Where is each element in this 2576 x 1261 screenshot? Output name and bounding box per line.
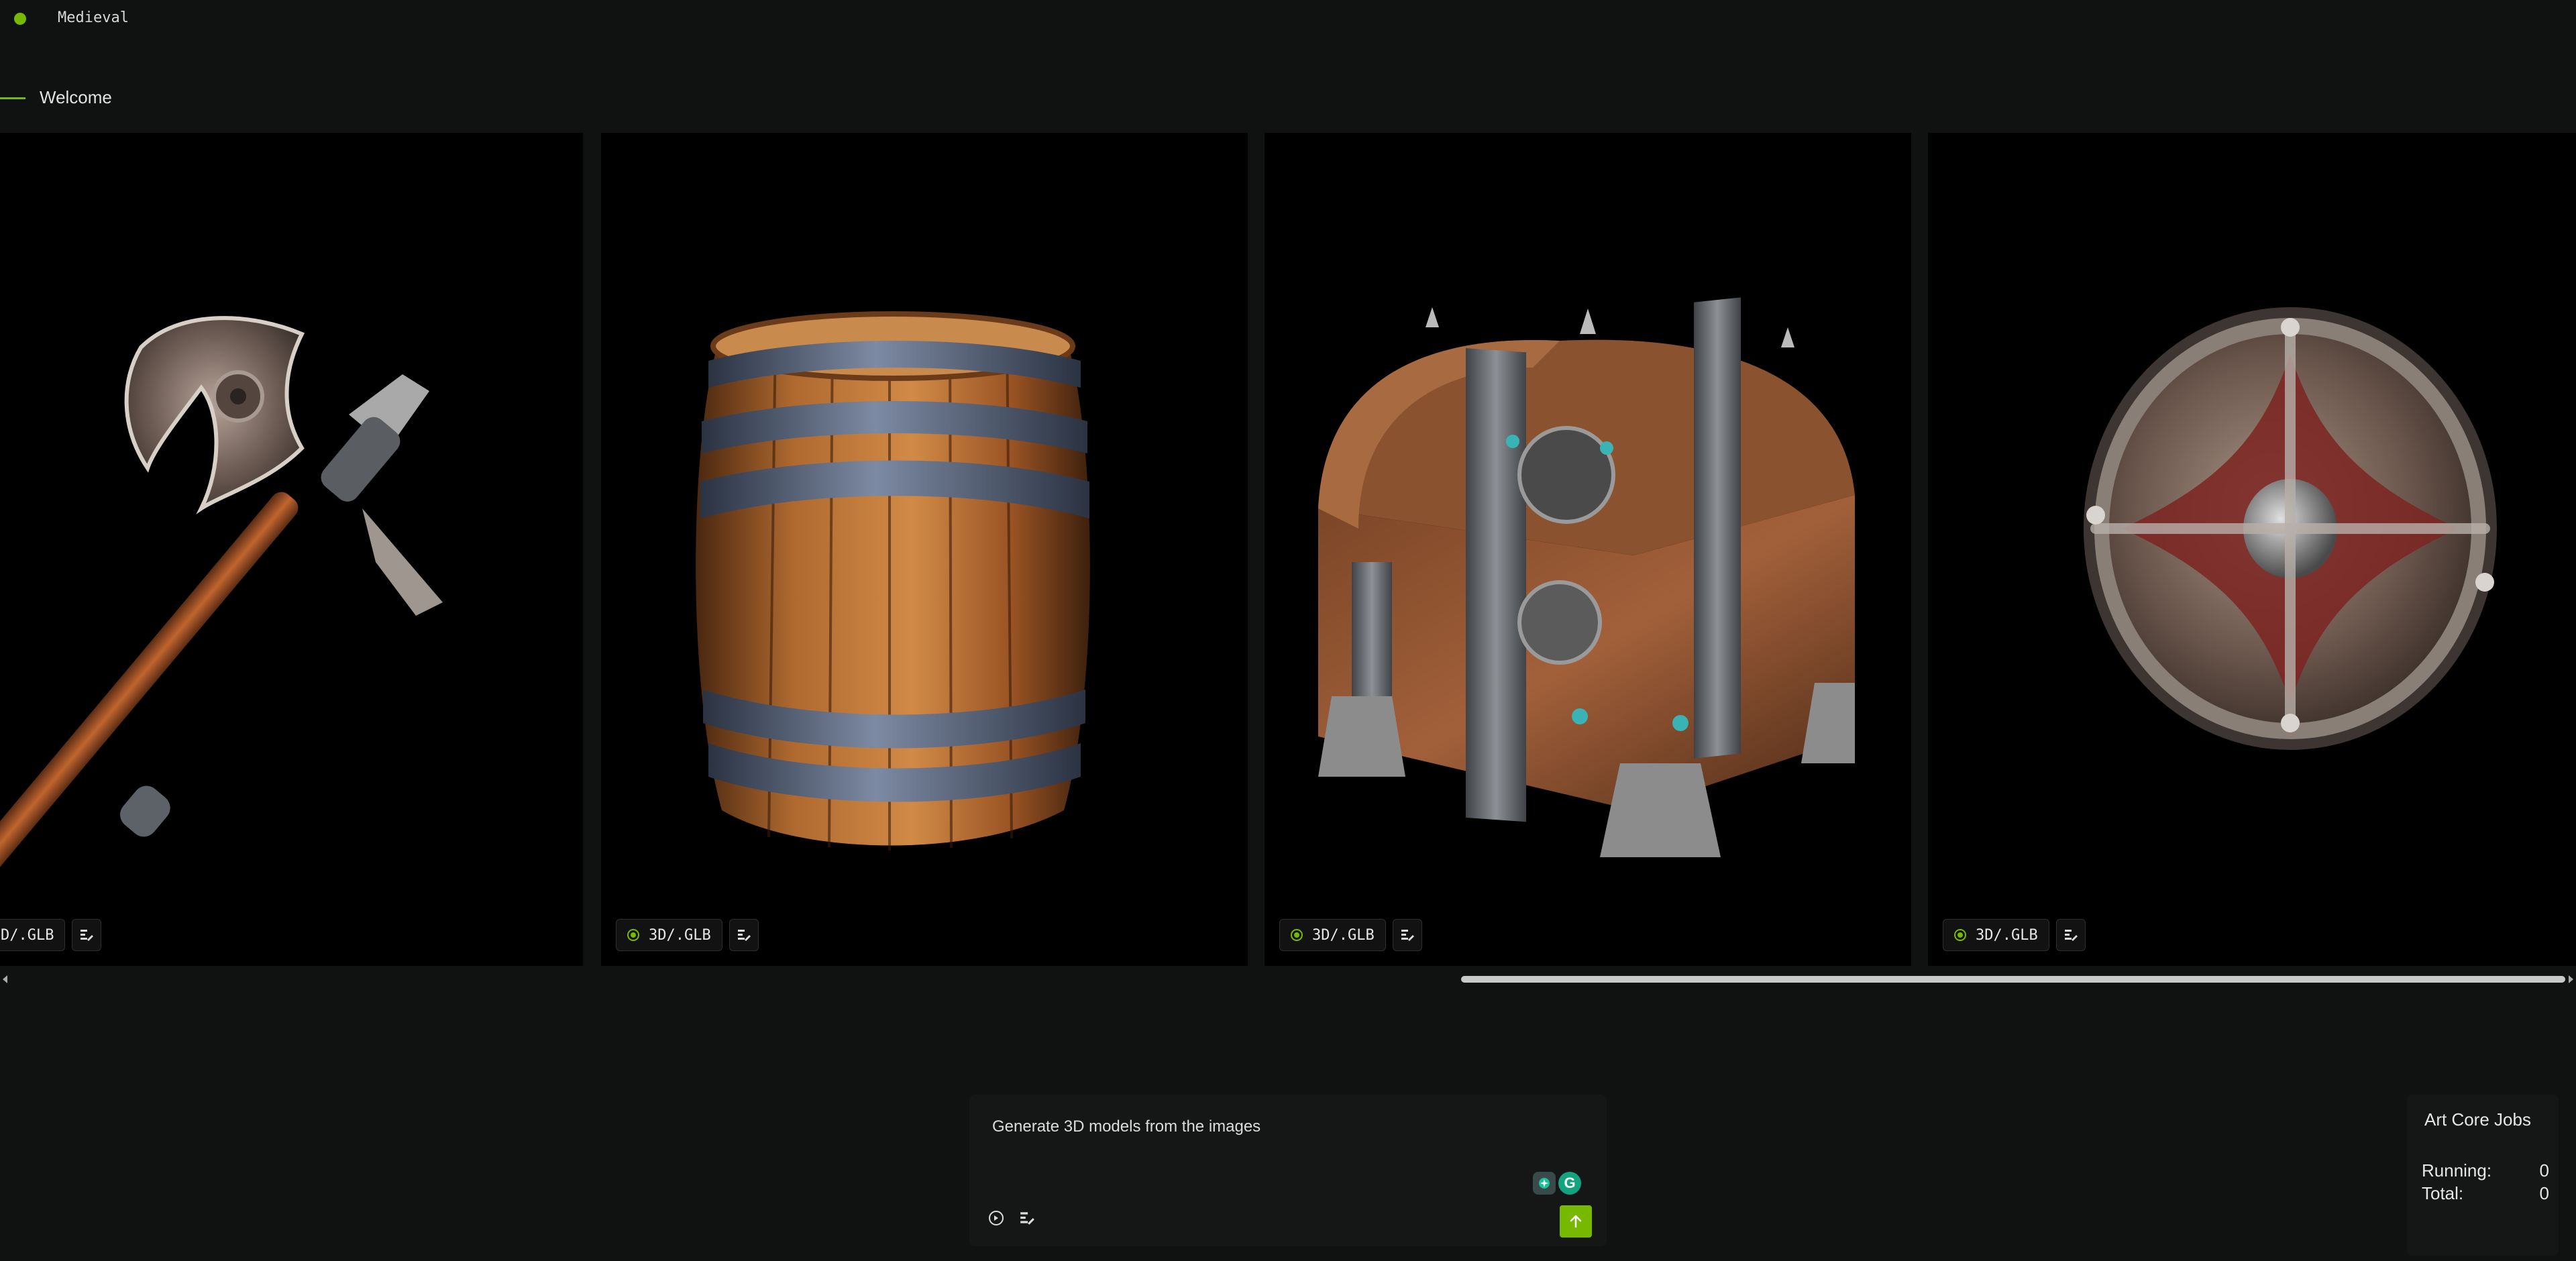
format-chip[interactable]: 3D/.GLB	[1943, 919, 2049, 951]
format-chip[interactable]: 3D/.GLB	[1279, 919, 1386, 951]
jobs-title: Art Core Jobs	[2424, 1109, 2531, 1130]
gallery-card-chest[interactable]: 3D/.GLB	[1265, 133, 1911, 966]
scroll-left-arrow-icon[interactable]	[3, 975, 7, 983]
total-label: Total:	[2422, 1183, 2464, 1203]
prompt-tools	[988, 1210, 1035, 1229]
running-value: 0	[2539, 1160, 2549, 1181]
grammarly-extension-icon[interactable]: G	[1558, 1172, 1581, 1195]
tab-welcome[interactable]: Welcome	[40, 87, 112, 108]
format-chip[interactable]: D/.GLB	[0, 919, 66, 951]
project-status-dot	[14, 13, 26, 25]
extension-icons: G	[1533, 1172, 1581, 1195]
sparkle-extension-icon[interactable]	[1533, 1172, 1556, 1195]
card-toolbar: 3D/.GLB	[1279, 919, 1422, 951]
edit-icon[interactable]	[729, 919, 759, 951]
total-value: 0	[2539, 1183, 2549, 1203]
prompt-box: Generate 3D models from the images G	[969, 1095, 1607, 1246]
format-label: 3D/.GLB	[1976, 926, 2038, 944]
running-label: Running:	[2422, 1160, 2492, 1181]
card-toolbar: 3D/.GLB	[616, 919, 759, 951]
active-tab-indicator	[0, 97, 25, 99]
jobs-total-row: Total: 0	[2422, 1183, 2549, 1204]
edit-icon[interactable]	[2055, 919, 2086, 951]
jobs-running-row: Running: 0	[2422, 1160, 2549, 1181]
gallery-card-axe[interactable]: D/.GLB	[0, 133, 583, 966]
format-label: D/.GLB	[1, 926, 54, 944]
gallery-card-shield[interactable]: 3D/.GLB	[1928, 133, 2576, 966]
attach-icon[interactable]	[988, 1210, 1004, 1229]
axe-image	[0, 316, 443, 883]
edit-icon[interactable]	[1019, 1210, 1035, 1229]
chest-image	[1318, 297, 1855, 857]
card-toolbar: D/.GLB	[0, 919, 102, 951]
edit-icon[interactable]	[1392, 919, 1422, 951]
image-gallery: D/.GLB 3D/.GLB 3D/.GLB 3D/.GLB	[0, 133, 2576, 966]
project-title[interactable]: Medieval	[58, 9, 129, 26]
barrel-image	[696, 311, 1090, 851]
scrollbar-thumb[interactable]	[1461, 976, 2565, 983]
status-dot-icon	[627, 929, 639, 941]
format-label: 3D/.GLB	[1312, 926, 1375, 944]
format-label: 3D/.GLB	[649, 926, 711, 944]
edit-icon[interactable]	[72, 919, 102, 951]
prompt-input[interactable]: Generate 3D models from the images	[992, 1117, 1260, 1136]
status-dot-icon	[1291, 929, 1303, 941]
arrow-up-icon	[1570, 1215, 1582, 1228]
status-dot-icon	[1954, 929, 1966, 941]
card-toolbar: 3D/.GLB	[1943, 919, 2086, 951]
format-chip[interactable]: 3D/.GLB	[616, 919, 722, 951]
top-bar: Medieval	[0, 0, 2576, 38]
shield-image	[2084, 307, 2497, 750]
scroll-right-arrow-icon[interactable]	[2569, 975, 2573, 983]
gallery-card-barrel[interactable]: 3D/.GLB	[601, 133, 1248, 966]
send-button[interactable]	[1560, 1205, 1592, 1238]
jobs-panel: Art Core Jobs Running: 0 Total: 0	[2407, 1095, 2559, 1256]
